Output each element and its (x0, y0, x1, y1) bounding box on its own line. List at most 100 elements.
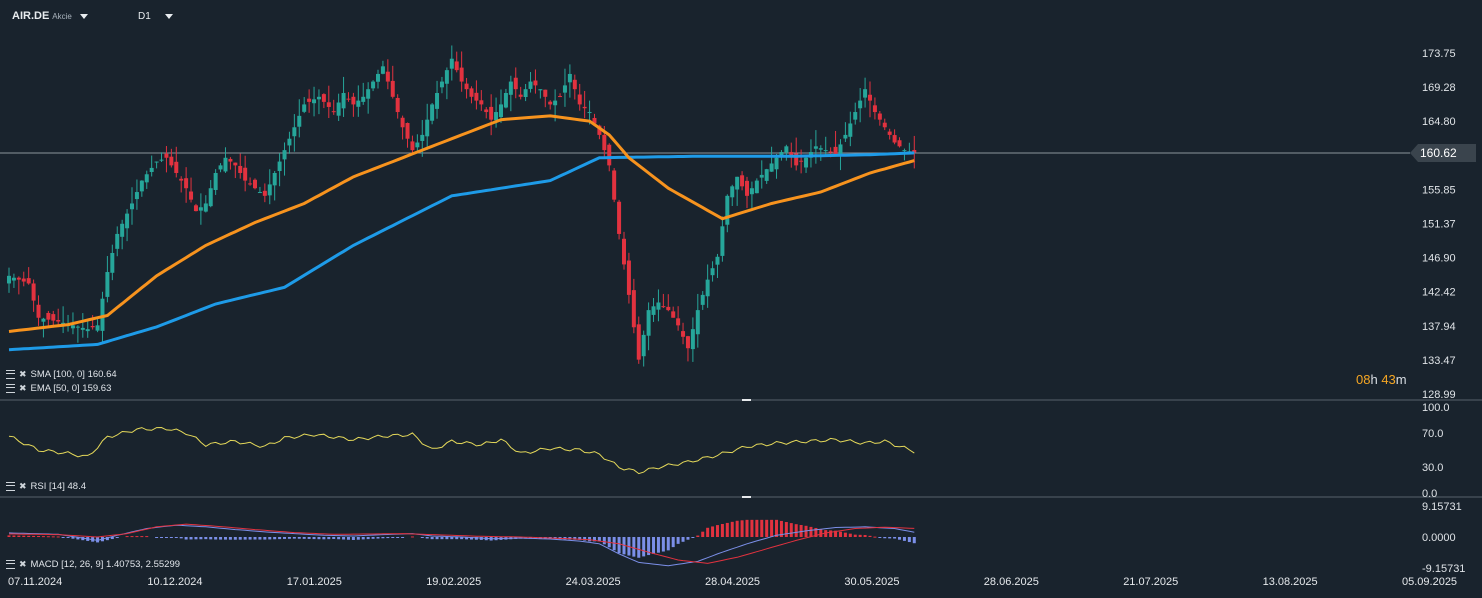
x-tick-label: 30.05.2025 (844, 576, 899, 588)
candle-body (799, 160, 804, 162)
candle-body (380, 66, 385, 74)
ema-legend[interactable]: ✖ EMA [50, 0] 159.63 (6, 383, 111, 394)
candle-body (262, 190, 267, 196)
candle-body (307, 98, 312, 102)
macd-histogram-bar (902, 537, 906, 541)
macd-histogram-bar (287, 537, 291, 539)
x-tick-label: 07.11.2024 (8, 576, 62, 588)
macd-histogram-bar (302, 537, 306, 539)
candle-body (523, 89, 528, 98)
candle-body (351, 96, 356, 105)
macd-legend[interactable]: ✖ MACD [12, 26, 9] 1.40753, 2.55299 (6, 559, 180, 570)
macd-histogram-bar (755, 519, 759, 537)
candle-body (715, 256, 720, 265)
candle-body (400, 117, 405, 128)
settings-icon[interactable] (6, 482, 15, 491)
macd-histogram-bar (327, 537, 331, 540)
candle-body (444, 70, 449, 84)
candle-body (312, 99, 317, 104)
candle-body (622, 238, 626, 265)
macd-histogram-bar (356, 537, 360, 540)
close-icon[interactable]: ✖ (19, 481, 27, 492)
ema-line (8, 114, 915, 333)
candle-body (607, 144, 612, 166)
macd-histogram-bar (445, 537, 449, 540)
candle-body (169, 156, 174, 166)
x-tick-label: 24.03.2025 (566, 576, 621, 588)
candle-body (361, 96, 366, 102)
macd-histogram-bar (784, 522, 788, 537)
macd-histogram-bar (843, 532, 847, 537)
candle-body (110, 252, 115, 273)
candle-body (631, 290, 636, 328)
candle-body (833, 146, 838, 154)
candle-body (253, 179, 257, 189)
chart-area[interactable]: 07.11.2024 10.12.2024 17.01.2025 19.02.2025… (0, 0, 1482, 598)
countdown-hours: 08 (1356, 372, 1371, 387)
macd-histogram-bar (617, 537, 621, 554)
candle-body (804, 157, 809, 168)
macd-histogram-bar (317, 537, 321, 540)
candle-body (612, 170, 617, 200)
macd-histogram-bar (273, 537, 277, 540)
candle-body (730, 186, 735, 198)
macd-histogram-bar (652, 537, 656, 554)
close-icon[interactable]: ✖ (19, 369, 27, 380)
sma-legend[interactable]: ✖ SMA [100, 0] 160.64 (6, 369, 117, 380)
candle-body (759, 174, 764, 178)
settings-icon[interactable] (6, 370, 15, 379)
candle-body (449, 58, 454, 69)
macd-histogram-bar (883, 537, 887, 539)
macd-histogram-bar (681, 537, 685, 542)
candle-body (897, 140, 902, 147)
candle-body (95, 325, 100, 331)
macd-histogram-bar (853, 534, 857, 537)
macd-histogram-bar (676, 537, 680, 544)
settings-icon[interactable] (6, 560, 15, 569)
candle-body (218, 165, 223, 170)
candle-body (189, 191, 194, 200)
close-icon[interactable]: ✖ (19, 383, 27, 394)
candle-body (454, 61, 459, 71)
x-tick-label: 10.12.2024 (147, 576, 202, 588)
candle-body (159, 159, 164, 161)
price-tick-label: 173.75 (1422, 48, 1456, 60)
macd-histogram-bar (155, 537, 159, 538)
rsi-panel-divider-handle (742, 496, 751, 498)
close-icon[interactable]: ✖ (19, 559, 27, 570)
candle-body (331, 111, 336, 113)
price-tick-label: 137.94 (1422, 321, 1456, 333)
rsi-legend[interactable]: ✖ RSI [14] 48.4 (6, 481, 86, 492)
candle-body (572, 79, 577, 90)
candle-body (70, 325, 75, 329)
candle-body (784, 146, 789, 153)
macd-histogram-bar (204, 537, 208, 540)
candle-body (528, 81, 533, 89)
candle-body (720, 226, 725, 256)
macd-histogram-bar (312, 537, 316, 540)
macd-histogram-bar (376, 537, 380, 539)
macd-histogram-bar (725, 522, 729, 537)
candle-body (484, 109, 489, 113)
candle-body (489, 106, 494, 120)
macd-histogram-bar (66, 537, 70, 538)
candle-body (420, 134, 425, 141)
macd-histogram-bar (238, 537, 242, 540)
macd-histogram-bar (337, 537, 341, 540)
price-tick-label: 151.37 (1422, 219, 1456, 231)
candle-body (666, 306, 671, 311)
candle-body (813, 146, 818, 149)
macd-histogram-bar (701, 531, 705, 537)
macd-histogram-bar (179, 537, 183, 539)
macd-histogram-bar (893, 537, 897, 539)
macd-histogram-bar (346, 537, 350, 540)
candle-body (499, 104, 503, 118)
candle-body (90, 326, 95, 328)
settings-icon[interactable] (6, 384, 15, 393)
candle-body (882, 122, 887, 128)
macd-histogram-bar (735, 520, 739, 537)
candle-body (843, 134, 848, 139)
candle-body (292, 127, 297, 137)
macd-tick-label: 9.15731 (1422, 501, 1462, 513)
candle-body (848, 123, 853, 137)
